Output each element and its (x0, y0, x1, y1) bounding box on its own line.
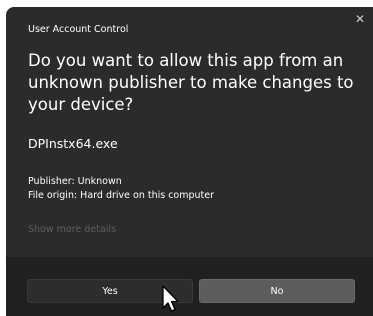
no-button[interactable]: No (199, 279, 355, 303)
cursor-icon (162, 285, 179, 312)
show-more-details-link[interactable]: Show more details (28, 224, 116, 235)
close-icon[interactable]: ✕ (353, 12, 367, 26)
file-origin-info: File origin: Hard drive on this computer (28, 190, 215, 201)
dialog-title: User Account Control (28, 24, 129, 35)
publisher-info: Publisher: Unknown (28, 176, 122, 187)
button-bar: Yes No (6, 257, 373, 316)
uac-dialog: User Account Control ✕ Do you want to al… (6, 7, 373, 316)
app-name: DPInstx64.exe (28, 136, 118, 151)
uac-question: Do you want to allow this app from an un… (28, 51, 354, 114)
